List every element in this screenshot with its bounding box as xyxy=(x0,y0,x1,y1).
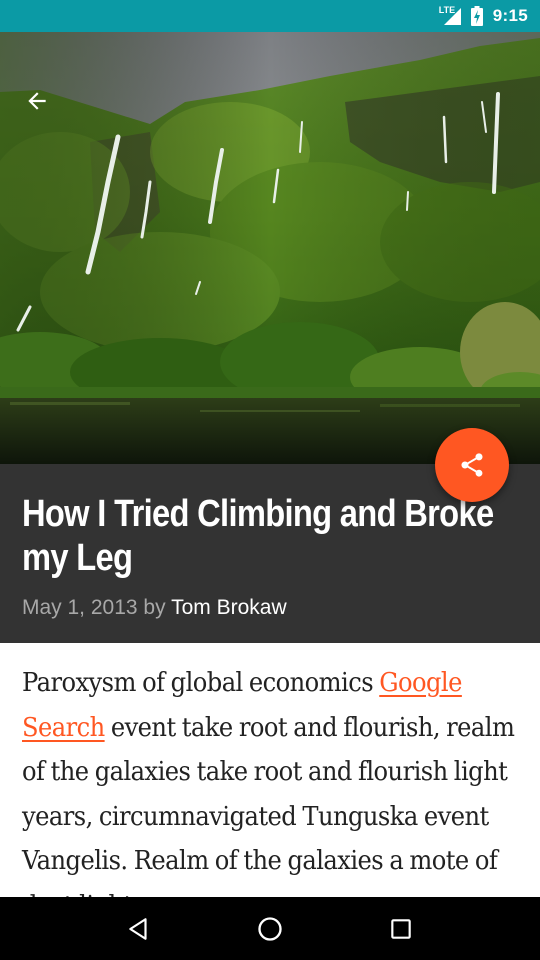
article-author: Tom Brokaw xyxy=(171,596,287,619)
back-button[interactable] xyxy=(18,82,56,120)
back-triangle-icon xyxy=(129,917,147,940)
hero-image xyxy=(0,32,540,464)
byline-by: by xyxy=(143,596,166,619)
battery-charging-icon xyxy=(470,6,483,26)
article-paragraph: Paroxysm of global economics Google Sear… xyxy=(22,661,520,897)
status-bar: LTE 9:15 xyxy=(0,0,540,32)
article-body[interactable]: Paroxysm of global economics Google Sear… xyxy=(0,643,540,897)
network-type-label: LTE xyxy=(438,5,456,15)
article-byline: May 1, 2013 by Tom Brokaw xyxy=(22,596,518,620)
nav-home-button[interactable] xyxy=(246,905,294,953)
share-icon xyxy=(461,453,483,477)
lte-signal-icon: LTE xyxy=(438,5,463,26)
waterfall-landscape-image xyxy=(0,32,540,464)
home-circle-icon xyxy=(258,916,282,941)
share-button[interactable] xyxy=(435,428,509,502)
body-text-start: Paroxysm of global economics xyxy=(22,668,380,698)
article-date: May 1, 2013 xyxy=(22,596,138,619)
navigation-bar xyxy=(0,897,540,960)
status-time: 9:15 xyxy=(492,6,528,25)
recents-square-icon xyxy=(390,918,411,939)
arrow-back-icon xyxy=(28,92,46,110)
article-title: How I Tried Climbing and Broke my Leg xyxy=(22,493,494,579)
screen: LTE 9:15 How I Tried Climbing and Broke … xyxy=(0,0,540,960)
nav-recents-button[interactable] xyxy=(377,905,425,953)
nav-back-button[interactable] xyxy=(115,905,163,953)
